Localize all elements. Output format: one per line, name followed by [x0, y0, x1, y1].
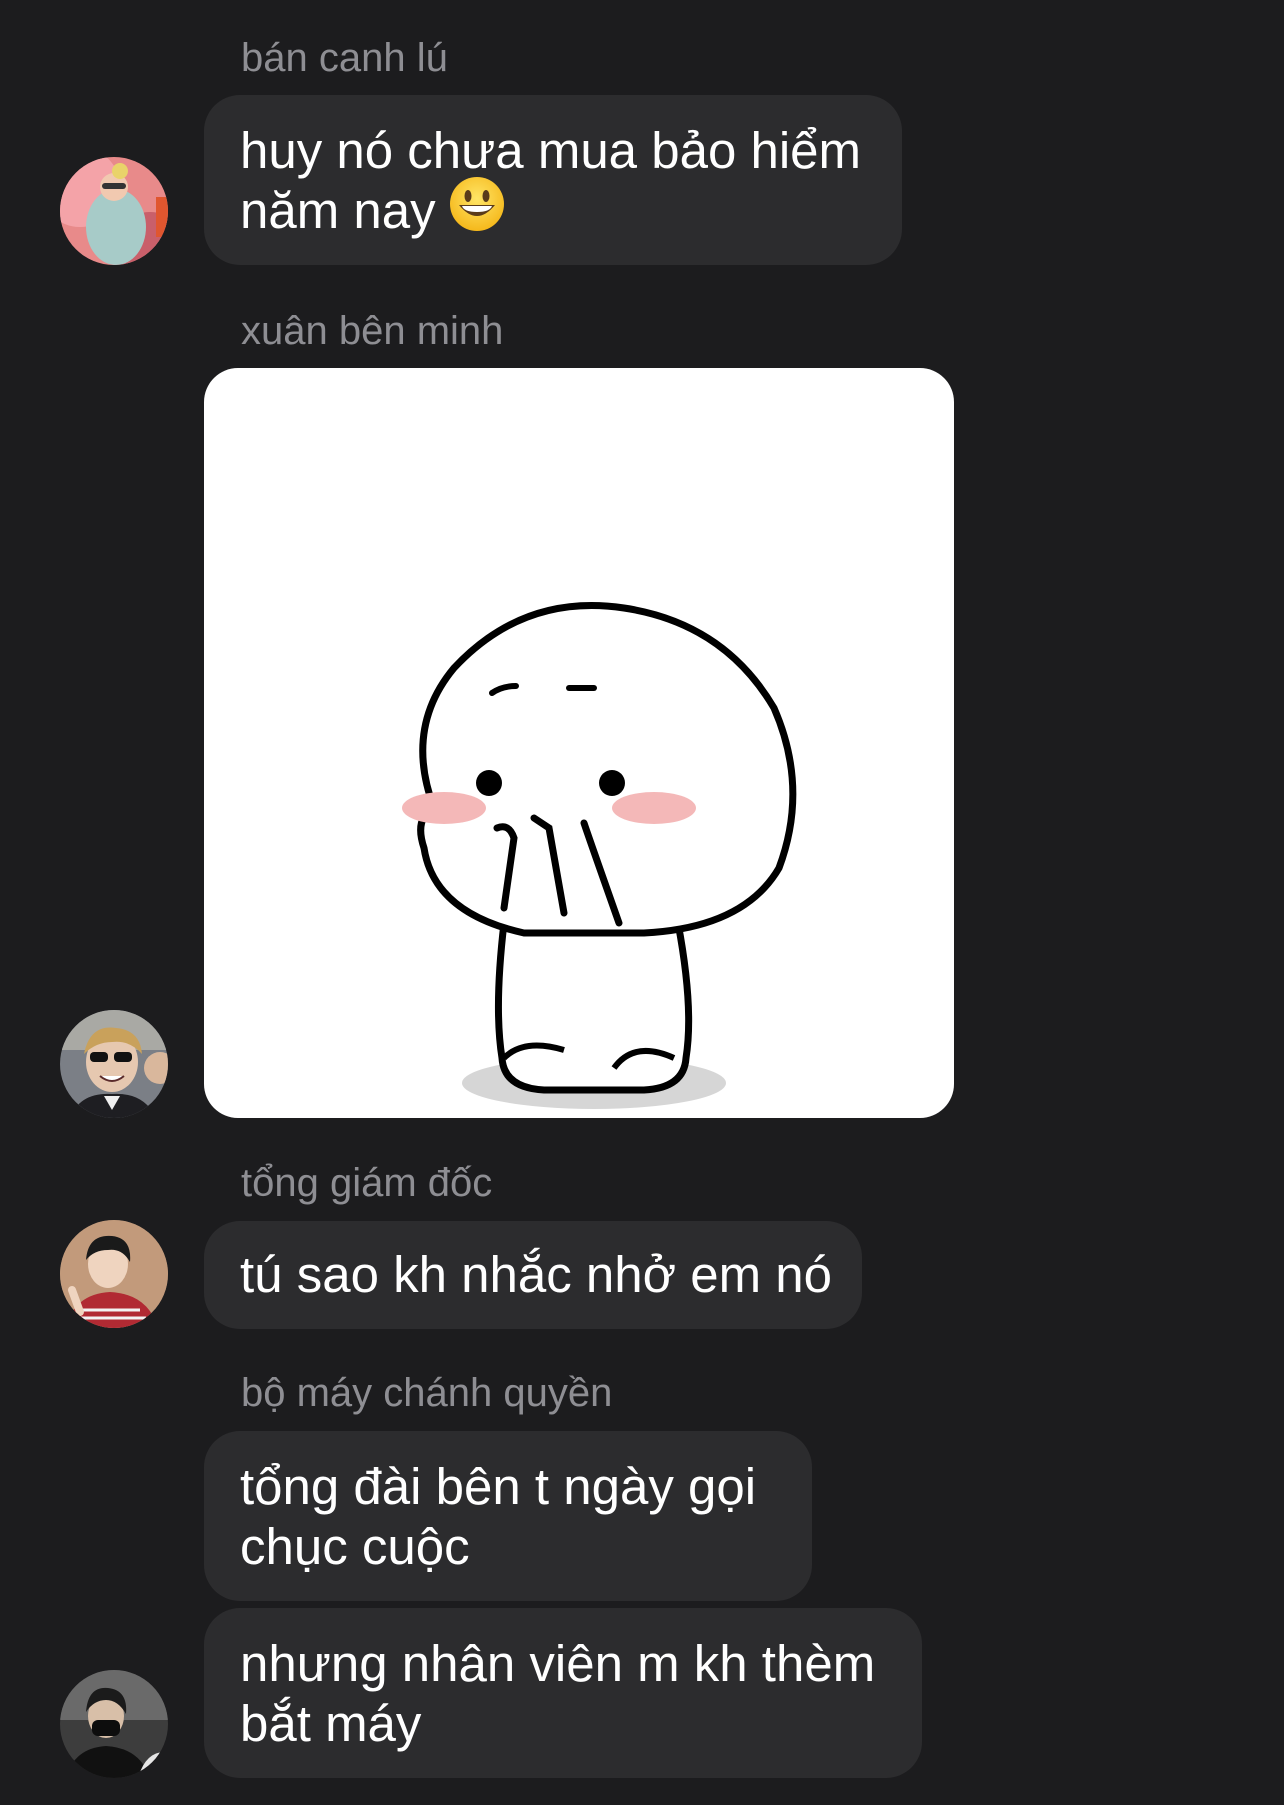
grinning-face-icon: [448, 175, 506, 246]
message-text-line: tú sao kh nhắc nhở em nó: [240, 1246, 832, 1303]
message-bubble[interactable]: huy nó chưa mua bảo hiểm năm nay: [204, 95, 902, 265]
sender-name: xuân bên minh: [241, 309, 504, 353]
message-bubble[interactable]: tổng đài bên t ngày gọi chục cuộc: [204, 1431, 812, 1601]
sender-name: bán canh lú: [241, 36, 448, 80]
avatar[interactable]: [60, 1220, 168, 1328]
message-text-line: tổng đài bên t ngày gọi: [240, 1458, 757, 1515]
sender-name: bộ máy chánh quyền: [241, 1371, 613, 1415]
avatar[interactable]: [60, 157, 168, 265]
message-text-line: huy nó chưa mua bảo hiểm: [240, 122, 862, 179]
sticker-image[interactable]: [204, 368, 954, 1118]
message-text-line: bắt máy: [240, 1695, 422, 1752]
message-text-line: chục cuộc: [240, 1518, 470, 1575]
avatar[interactable]: [60, 1010, 168, 1118]
message-text-line: năm nay: [240, 177, 866, 246]
message-text-line: nhưng nhân viên m kh thèm: [240, 1635, 876, 1692]
message-bubble[interactable]: tú sao kh nhắc nhở em nó: [204, 1221, 862, 1329]
avatar[interactable]: [60, 1670, 168, 1778]
message-bubble[interactable]: nhưng nhân viên m kh thèm bắt máy: [204, 1608, 922, 1778]
sender-name: tổng giám đốc: [241, 1161, 493, 1205]
